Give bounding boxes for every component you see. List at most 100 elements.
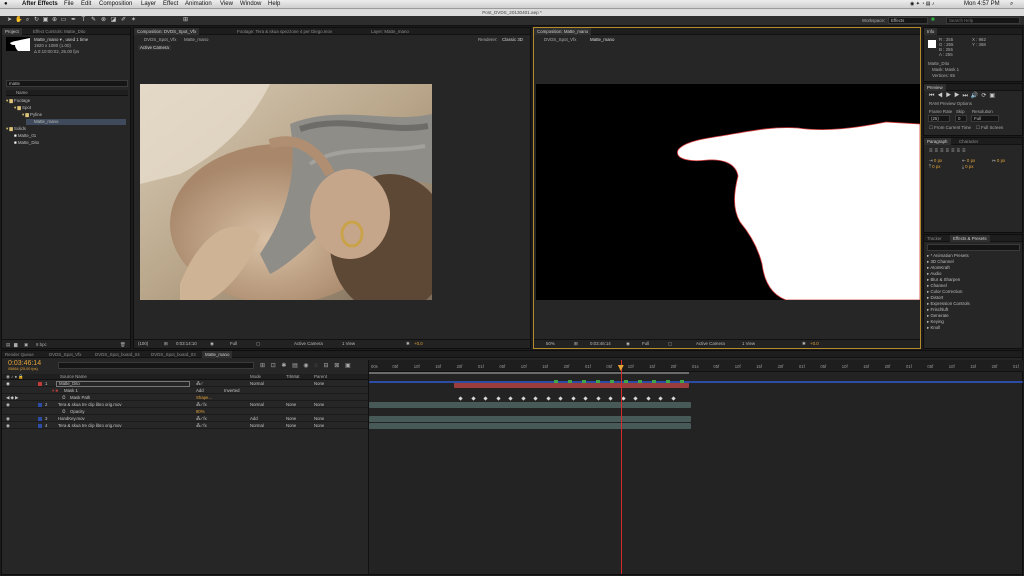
mask-row[interactable]: ▾ ■ Mask 1 Add Inverted (2, 388, 368, 394)
indent-first[interactable]: ↦ 0 px (992, 158, 1005, 164)
keyframe[interactable] (658, 396, 663, 401)
label-color[interactable] (38, 424, 42, 428)
tab-project[interactable]: Project (2, 28, 22, 35)
menu-layer[interactable]: Layer (141, 1, 156, 7)
layer-marker[interactable] (666, 380, 671, 383)
current-time-display-right[interactable]: 0:03:46:14 (590, 340, 611, 348)
layer-marker[interactable] (680, 380, 685, 383)
layer-marker[interactable] (596, 380, 601, 383)
resolution-select-right[interactable]: Full (642, 340, 649, 348)
column-source-name[interactable]: Source Name (60, 374, 87, 379)
playback-controls[interactable]: ⏮◀▶▶⏭🔊⟳▣ (929, 92, 998, 100)
work-area-bar[interactable] (369, 372, 690, 374)
layer-marker[interactable] (638, 380, 643, 383)
workspace-select[interactable]: Effects (888, 17, 928, 24)
time-ruler[interactable]: 00s 05f 10f 15f 20f 01f 05f 10f 15f 20f 01f 05f 10f 1… (369, 360, 1023, 372)
app-menu[interactable]: After Effects (22, 1, 58, 7)
new-folder-icon[interactable]: ▆ (14, 342, 17, 348)
camera-select[interactable]: Active Camera (294, 340, 323, 348)
clone-tool-icon[interactable]: ⊗ (100, 17, 107, 24)
keyframe[interactable] (458, 396, 463, 401)
layer-parent[interactable]: None (314, 381, 324, 387)
menu-view[interactable]: View (220, 1, 233, 7)
visibility-icon[interactable]: ◉ (6, 381, 10, 387)
frame-rate-select[interactable]: (25) (928, 115, 950, 122)
keyframe[interactable] (595, 396, 601, 401)
keyframe[interactable] (508, 396, 513, 401)
layer-parent[interactable]: None (314, 416, 324, 422)
layer-row-2[interactable]: ◉ 2 Tera & skua tre clip libro orig.mov … (2, 402, 368, 408)
snap-icon[interactable]: ⊞ (182, 17, 189, 24)
tree-item-matte-dito[interactable]: ■ Matte_Dito (14, 140, 39, 146)
exposure-value[interactable]: +0.0 (414, 340, 423, 348)
opacity-value[interactable]: 80% (196, 409, 205, 415)
resolution-select-preview[interactable]: Full (971, 115, 999, 122)
column-trkmat[interactable]: TrkMat (286, 374, 300, 379)
from-current-checkbox[interactable]: ☐ From Current Time (929, 125, 971, 131)
layer-row-1[interactable]: ◉ 1 Matte_Dito ⁂ ⁄ Normal None (2, 381, 368, 387)
keyframe[interactable] (520, 396, 526, 401)
keyframe[interactable] (495, 396, 501, 401)
tree-folder-pyline[interactable]: ▾ ▆ Pyline (22, 112, 42, 118)
magnification-select-right[interactable]: 50% (546, 340, 555, 348)
stopwatch-icon[interactable]: ⏱ (62, 395, 65, 401)
exposure-value-right[interactable]: +0.0 (810, 340, 819, 348)
tree-item-matte-mano[interactable]: Matte_mano (26, 119, 126, 125)
skip-select[interactable]: 0 (955, 115, 967, 122)
keyframe[interactable] (533, 396, 538, 401)
timeline-current-time[interactable]: 0:03:46:14 (8, 360, 41, 367)
tab-comp-dvds-spot[interactable]: Composition: DVDS_Spot_Vfx (134, 28, 200, 35)
eraser-tool-icon[interactable]: ◪ (110, 17, 117, 24)
layer-bar-4[interactable] (369, 423, 691, 429)
menu-help[interactable]: Help (268, 1, 280, 7)
layer-mode[interactable]: Add (250, 416, 258, 422)
matte-frame[interactable] (536, 84, 920, 300)
camera-select-right[interactable]: Active Camera (696, 340, 725, 348)
layer-row-4[interactable]: ◉ 4 Tera & skua tre clip libro orig.mov … (2, 423, 368, 429)
tab-info[interactable]: Info (924, 28, 938, 35)
spotlight-icon[interactable]: ⌕ (1010, 1, 1013, 8)
layer-mode[interactable]: Normal (250, 381, 264, 387)
hand-tool-icon[interactable]: ✋ (15, 17, 22, 24)
column-parent[interactable]: Parent (314, 374, 327, 379)
menu-file[interactable]: File (64, 1, 74, 7)
roto-tool-icon[interactable]: ✐ (120, 17, 127, 24)
snapshot-icon[interactable]: ◉ (210, 340, 214, 348)
label-color[interactable] (38, 417, 42, 421)
align-buttons[interactable]: ≡≡≡≡≡≡≡ (929, 148, 968, 154)
tab-tracker[interactable]: Tracker (924, 235, 945, 242)
stopwatch-icon[interactable]: ⏱ (62, 409, 65, 415)
effect-category[interactable]: ▸ Knoll (927, 325, 940, 331)
layer-marker[interactable] (652, 380, 657, 383)
keyframe[interactable] (608, 396, 613, 401)
snapshot-icon-right[interactable]: ◉ (626, 340, 630, 348)
layer-trkmat[interactable]: None (286, 416, 296, 422)
space-after[interactable]: ⤓ 0 px (962, 164, 973, 169)
region-icon-right[interactable]: ▢ (668, 340, 672, 348)
tree-folder-spot[interactable]: ▾ ▆ Spot (14, 105, 31, 111)
renderer-value[interactable]: Classic 3D (502, 37, 523, 42)
layer-marker[interactable] (610, 380, 615, 383)
search-help-input[interactable] (946, 17, 1020, 24)
subtab-dvds-spot-right[interactable]: DVDS_Spot_Vfx (544, 37, 576, 42)
brush-tool-icon[interactable]: ✎ (90, 17, 97, 24)
menu-effect[interactable]: Effect (163, 1, 178, 7)
timeline-track-area[interactable]: 00s 05f 10f 15f 20f 01f 05f 10f 15f 20f 01f 05f 10f 1… (368, 360, 1023, 574)
mask-mode[interactable]: Add (196, 388, 204, 394)
tree-item-matte-01[interactable]: ■ Matte_01 (14, 133, 36, 139)
visibility-icon[interactable]: ◉ (6, 423, 10, 429)
region-icon[interactable]: ▢ (256, 340, 260, 348)
column-name[interactable]: Name (16, 90, 28, 95)
opacity-row[interactable]: ⏱ Opacity 80% (2, 409, 368, 415)
pen-tool-icon[interactable]: ✒ (70, 17, 77, 24)
tab-effect-controls[interactable]: Effect Controls: Matte_Dito (30, 28, 88, 35)
full-screen-checkbox[interactable]: ☐ Full Screen (976, 125, 1003, 131)
exposure-icon[interactable]: ✱ (406, 340, 410, 348)
menu-edit[interactable]: Edit (81, 1, 91, 7)
effects-search-input[interactable] (927, 244, 1020, 251)
puppet-tool-icon[interactable]: ✶ (130, 17, 137, 24)
tab-footage[interactable]: Footage: Tera & skua spezzone 4 per Dieg… (234, 28, 335, 35)
layer-switches[interactable]: ⁂ ⁄ fx (196, 402, 207, 408)
subtab-matte-mano[interactable]: Matte_mano (184, 37, 208, 42)
keyframe[interactable] (583, 396, 588, 401)
